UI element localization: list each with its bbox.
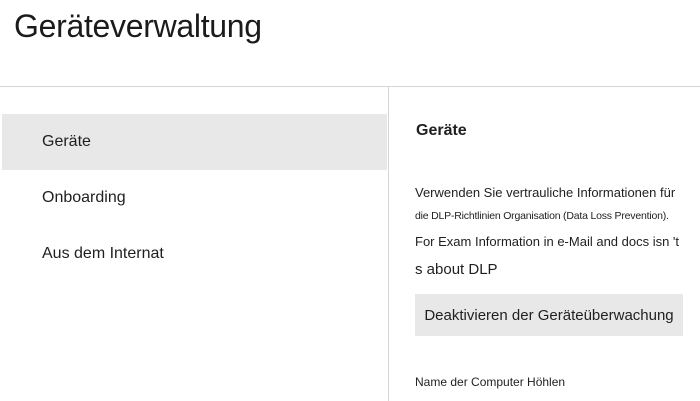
sidebar-item-label: Onboarding [42,189,126,206]
detail-heading: Geräte [416,122,467,139]
description-line: For Exam Information in e-Mail and docs … [415,234,680,249]
description-line: Verwenden Sie vertrauliche Informationen… [415,185,676,200]
page-title: Geräteverwaltung [14,8,262,44]
sidebar-item-internet[interactable]: Aus dem Internat [2,226,387,282]
sidebar-item-label: Geräte [42,133,91,150]
device-management-page: Geräteverwaltung Geräte Onboarding Aus d… [0,0,700,401]
sidebar-item-onboarding[interactable]: Onboarding [2,170,387,226]
detail-panel: Geräte Verwenden Sie vertrauliche Inform… [389,87,700,401]
sidebar-item-label: Aus dem Internat [42,245,164,262]
sidebar-item-devices[interactable]: Geräte [2,114,387,170]
description-line: die DLP-Richtlinien Organisation (Data L… [415,210,669,222]
description-line: s about DLP [415,261,498,278]
sidebar-nav: Geräte Onboarding Aus dem Internat [0,87,388,401]
computer-name-label: Name der Computer Höhlen [415,375,566,389]
deactivate-device-monitoring-button[interactable]: Deaktivieren der Geräteüberwachung [415,294,683,336]
